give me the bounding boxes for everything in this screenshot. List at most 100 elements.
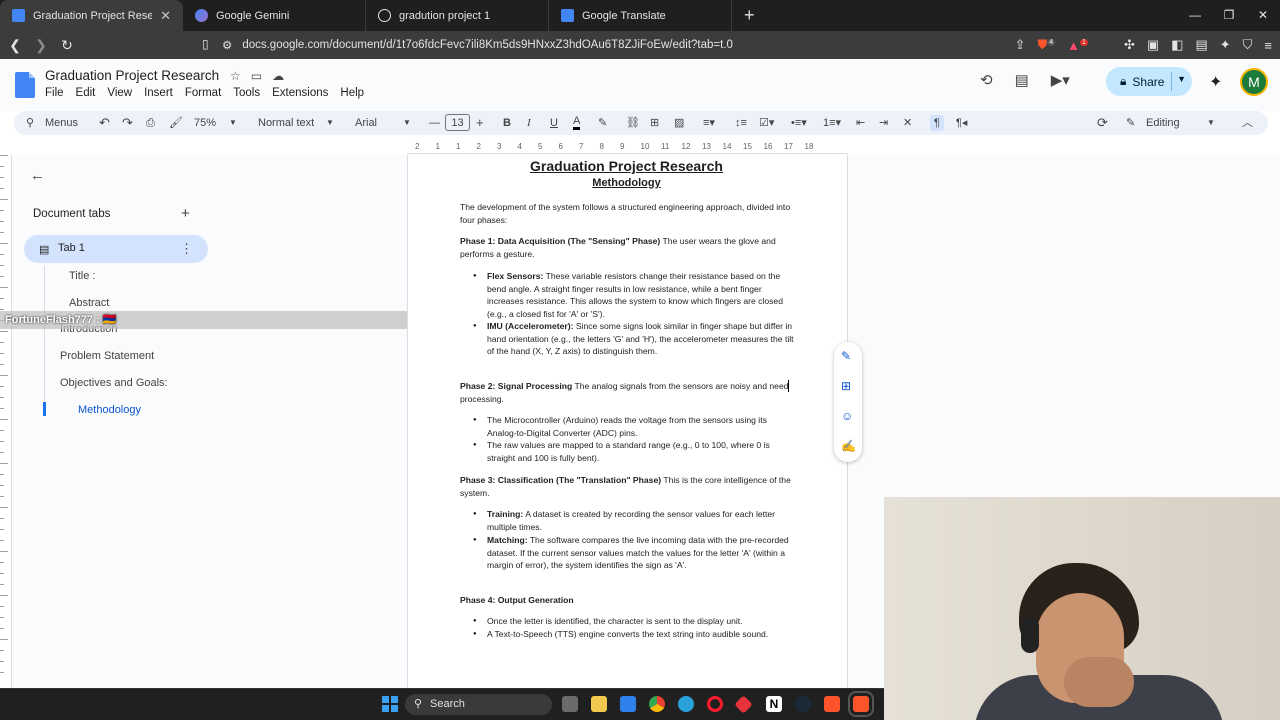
- comments-icon[interactable]: ▤: [1015, 71, 1029, 89]
- doc-bullet-matching[interactable]: Matching: The software compares the live…: [473, 534, 795, 572]
- doc-bullet-imu[interactable]: IMU (Accelerometer): Since some signs lo…: [473, 320, 795, 358]
- paint-format-icon[interactable]: 🖌︎: [169, 115, 183, 131]
- bold-icon[interactable]: B: [503, 115, 511, 131]
- print-icon[interactable]: ⎙: [146, 115, 155, 131]
- edit-pencil-icon[interactable]: ✎: [1126, 115, 1135, 131]
- doc-heading-title[interactable]: Graduation Project Research: [460, 158, 793, 174]
- browser-tab-docs[interactable]: Graduation Project Research - Goog ✕: [0, 0, 183, 31]
- increase-size-icon[interactable]: +: [476, 115, 484, 131]
- leo-ai-icon[interactable]: ✦: [1220, 37, 1231, 53]
- close-window-icon[interactable]: ✕: [1246, 0, 1280, 31]
- underline-icon[interactable]: U: [550, 115, 558, 131]
- add-comment-icon[interactable]: ⊞: [650, 115, 659, 131]
- outlook-icon[interactable]: [620, 696, 636, 712]
- star-icon[interactable]: ☆: [230, 69, 241, 83]
- steam-icon[interactable]: [795, 696, 811, 712]
- close-tab-icon[interactable]: ✕: [160, 8, 171, 24]
- checklist-icon[interactable]: ☑▾: [759, 115, 774, 131]
- redo-icon[interactable]: ↷: [122, 115, 133, 131]
- insert-image-icon[interactable]: ▨: [674, 115, 684, 131]
- sync-icon[interactable]: ⟳: [1097, 115, 1108, 131]
- doc-paragraph-phase4[interactable]: Phase 4: Output Generation: [460, 594, 795, 607]
- line-spacing-icon[interactable]: ↕≡: [735, 115, 747, 131]
- menu-extensions[interactable]: Extensions: [272, 87, 328, 99]
- doc-paragraph-phase3[interactable]: Phase 3: Classification (The "Translatio…: [460, 474, 795, 499]
- increase-indent-icon[interactable]: ⇥: [879, 115, 888, 131]
- sidebar-tab-1[interactable]: ▤ Tab 1 ⋮: [24, 235, 208, 263]
- emoji-reaction-icon[interactable]: ☺: [841, 409, 853, 423]
- browser-menu-icon[interactable]: ≡: [1264, 38, 1272, 53]
- site-info-icon[interactable]: ⚙: [222, 38, 232, 52]
- font-select[interactable]: Arial: [355, 115, 377, 131]
- style-select[interactable]: Normal text: [258, 115, 314, 131]
- outline-item-title[interactable]: Title :: [69, 270, 96, 282]
- outline-item-objectives[interactable]: Objectives and Goals:: [60, 377, 168, 389]
- meet-icon[interactable]: ▶▾: [1051, 71, 1070, 89]
- more-options-icon[interactable]: ⋮: [180, 241, 193, 257]
- browser-tab-chatgpt[interactable]: gradution project 1: [366, 0, 549, 31]
- edit-suggestion-icon[interactable]: ✎: [841, 349, 851, 363]
- clear-formatting-icon[interactable]: ✕: [903, 115, 912, 131]
- doc-heading-methodology[interactable]: Methodology: [460, 177, 793, 189]
- outline-item-methodology[interactable]: Methodology: [78, 404, 141, 416]
- bookmark-icon[interactable]: ▯: [202, 37, 209, 51]
- undo-icon[interactable]: ↶: [99, 115, 110, 131]
- chrome-icon[interactable]: [649, 696, 665, 712]
- opera-icon[interactable]: [707, 696, 723, 712]
- brave-rewards-icon[interactable]: ▲ 1: [1067, 38, 1088, 53]
- align-icon[interactable]: ≡▾: [703, 115, 715, 131]
- brave-active-icon[interactable]: [848, 691, 874, 717]
- cloud-status-icon[interactable]: ☁: [272, 69, 284, 83]
- windows-start-icon[interactable]: [382, 696, 398, 712]
- doc-paragraph-intro[interactable]: The development of the system follows a …: [460, 201, 795, 226]
- vertical-ruler[interactable]: [0, 155, 12, 688]
- doc-paragraph-phase2[interactable]: Phase 2: Signal Processing The analog si…: [460, 380, 795, 405]
- minimize-icon[interactable]: —: [1178, 0, 1212, 31]
- screenshot-icon[interactable]: ▣: [1147, 37, 1159, 53]
- menus-button[interactable]: Menus: [45, 115, 78, 131]
- share-button[interactable]: 🔒︎ Share ▼: [1106, 67, 1192, 96]
- bulleted-list-icon[interactable]: •≡▾: [791, 115, 807, 131]
- url-field[interactable]: ⚙ docs.google.com/document/d/1t7o6fdcFev…: [222, 33, 962, 57]
- doc-bullet-training[interactable]: Training: A dataset is created by record…: [473, 508, 795, 533]
- menu-edit[interactable]: Edit: [76, 87, 96, 99]
- menu-tools[interactable]: Tools: [233, 87, 260, 99]
- suggest-edits-icon[interactable]: ✍: [841, 439, 856, 453]
- wallet-icon[interactable]: ▤: [1195, 37, 1207, 53]
- doc-bullet-tts[interactable]: A Text-to-Speech (TTS) engine converts t…: [473, 628, 795, 641]
- doc-bullet-microcontroller[interactable]: The Microcontroller (Arduino) reads the …: [473, 414, 795, 439]
- doc-paragraph-phase1[interactable]: Phase 1: Data Acquisition (The "Sensing"…: [460, 235, 795, 260]
- decrease-indent-icon[interactable]: ⇤: [856, 115, 865, 131]
- paragraph-marks-icon[interactable]: ¶: [930, 115, 944, 131]
- extensions-icon[interactable]: ✣: [1124, 37, 1135, 53]
- chevron-down-icon[interactable]: ▼: [1177, 74, 1186, 84]
- font-size-input[interactable]: 13: [445, 114, 470, 131]
- file-explorer-icon[interactable]: [591, 696, 607, 712]
- doc-bullet-identified[interactable]: Once the letter is identified, the chara…: [473, 615, 795, 628]
- taskbar-search[interactable]: ⚲ Search: [405, 694, 552, 715]
- menu-help[interactable]: Help: [340, 87, 364, 99]
- chevron-down-icon[interactable]: ▼: [326, 115, 334, 131]
- outline-item-problem-statement[interactable]: Problem Statement: [60, 350, 154, 362]
- mode-select[interactable]: Editing: [1146, 115, 1180, 131]
- doc-bullet-flex-sensors[interactable]: Flex Sensors: These variable resistors c…: [473, 270, 795, 321]
- brave-shield-icon[interactable]: ⛊ 4: [1037, 37, 1056, 53]
- text-color-icon[interactable]: A: [573, 115, 581, 130]
- menu-view[interactable]: View: [107, 87, 132, 99]
- horizontal-ruler[interactable]: 2 1 1 2 3 4 5 6 7 8 9 10 11 12 13 14 15 16 17 18: [407, 142, 848, 154]
- task-view-icon[interactable]: [562, 696, 578, 712]
- chevron-down-icon[interactable]: ▼: [1207, 115, 1215, 131]
- zoom-select[interactable]: 75%: [194, 115, 216, 131]
- restore-icon[interactable]: ❐: [1212, 0, 1246, 31]
- italic-icon[interactable]: I: [527, 115, 531, 131]
- version-history-icon[interactable]: ⟲: [980, 71, 993, 89]
- browser-tab-gemini[interactable]: Google Gemini: [183, 0, 366, 31]
- menu-insert[interactable]: Insert: [144, 87, 173, 99]
- chevron-down-icon[interactable]: ▼: [403, 115, 411, 131]
- move-folder-icon[interactable]: ▭: [251, 69, 262, 83]
- brave-icon[interactable]: [824, 696, 840, 712]
- document-title[interactable]: Graduation Project Research: [45, 68, 219, 83]
- link-icon[interactable]: ⛓: [626, 115, 640, 131]
- text-direction-icon[interactable]: ¶◂: [956, 115, 967, 131]
- decrease-size-icon[interactable]: —: [429, 115, 440, 131]
